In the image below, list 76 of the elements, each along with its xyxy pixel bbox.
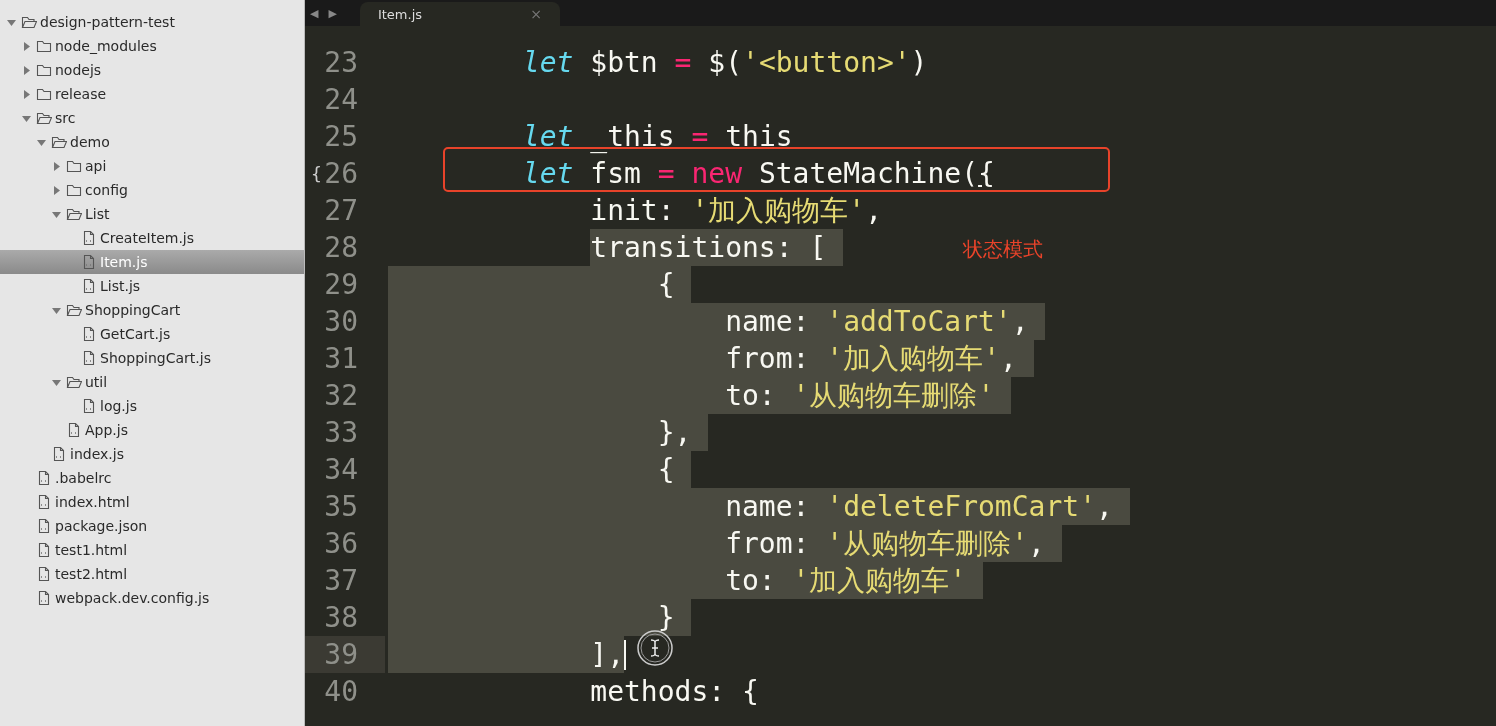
line-number: 38: [324, 601, 358, 634]
code-line: let fsm = new StateMachine({: [521, 156, 995, 192]
file-tab[interactable]: Item.js ×: [359, 2, 560, 26]
open-folder-icon: [66, 374, 82, 390]
tree-item[interactable]: release: [0, 82, 304, 106]
tree-item[interactable]: node_modules: [0, 34, 304, 58]
tree-item[interactable]: List.js: [0, 274, 304, 298]
file-icon: [36, 590, 52, 606]
open-folder-icon: [51, 134, 67, 150]
file-icon: [36, 470, 52, 486]
file-icon: [81, 230, 97, 246]
open-folder-icon: [66, 206, 82, 222]
line-number: 29: [324, 268, 358, 301]
annotation-text: 状态模式: [963, 236, 1043, 263]
tree-item[interactable]: List: [0, 202, 304, 226]
line-number: 27: [324, 194, 358, 227]
file-icon: [36, 518, 52, 534]
tree-item[interactable]: index.js: [0, 442, 304, 466]
file-icon: [36, 566, 52, 582]
tree-item[interactable]: CreateItem.js: [0, 226, 304, 250]
line-number: 26: [324, 157, 358, 190]
line-number: 34: [324, 453, 358, 486]
file-icon: [51, 446, 67, 462]
file-icon: [81, 254, 97, 270]
file-icon: [81, 278, 97, 294]
tree-item[interactable]: util: [0, 370, 304, 394]
code-line: init: '加入购物车',: [589, 193, 882, 229]
folder-icon: [66, 158, 82, 174]
line-number: 24: [324, 83, 358, 116]
tree-item[interactable]: demo: [0, 130, 304, 154]
line-number: 40: [324, 675, 358, 708]
folder-icon: [66, 182, 82, 198]
tree-item[interactable]: config: [0, 178, 304, 202]
folder-icon: [36, 38, 52, 54]
tree-item[interactable]: test2.html: [0, 562, 304, 586]
open-folder-icon: [21, 14, 37, 30]
line-number: 33: [324, 416, 358, 449]
text-caret: [624, 639, 626, 670]
open-folder-icon: [36, 110, 52, 126]
file-icon: [81, 326, 97, 342]
tree-item[interactable]: ShoppingCart.js: [0, 346, 304, 370]
tree-item[interactable]: src: [0, 106, 304, 130]
tree-item[interactable]: package.json: [0, 514, 304, 538]
file-icon: [66, 422, 82, 438]
code-line: methods: {: [589, 674, 759, 710]
line-number: 36: [324, 527, 358, 560]
line-number: 35: [324, 490, 358, 523]
file-icon: [81, 398, 97, 414]
tree-item[interactable]: index.html: [0, 490, 304, 514]
tree-item[interactable]: webpack.dev.config.js: [0, 586, 304, 610]
open-folder-icon: [66, 302, 82, 318]
line-number: 23: [324, 46, 358, 79]
tree-item[interactable]: ShoppingCart: [0, 298, 304, 322]
tree-item[interactable]: GetCart.js: [0, 322, 304, 346]
line-number: 25: [324, 120, 358, 153]
tree-item[interactable]: api: [0, 154, 304, 178]
line-number: 31: [324, 342, 358, 375]
line-number: 39: [324, 638, 358, 671]
folder-icon: [36, 86, 52, 102]
tree-item[interactable]: App.js: [0, 418, 304, 442]
tree-item[interactable]: .babelrc: [0, 466, 304, 490]
tree-item[interactable]: test1.html: [0, 538, 304, 562]
line-number: 37: [324, 564, 358, 597]
fold-marker[interactable]: {: [311, 163, 322, 184]
line-number: 30: [324, 305, 358, 338]
tree-item[interactable]: log.js: [0, 394, 304, 418]
folder-icon: [36, 62, 52, 78]
file-icon: [36, 542, 52, 558]
file-icon: [81, 350, 97, 366]
tree-item[interactable]: nodejs: [0, 58, 304, 82]
code-line: let _this = this: [521, 119, 793, 155]
line-number: 32: [324, 379, 358, 412]
tree-item[interactable]: design-pattern-test: [0, 10, 304, 34]
code-line: let $btn = $('<button>'): [521, 45, 928, 81]
line-number: 28: [324, 231, 358, 264]
file-icon: [36, 494, 52, 510]
